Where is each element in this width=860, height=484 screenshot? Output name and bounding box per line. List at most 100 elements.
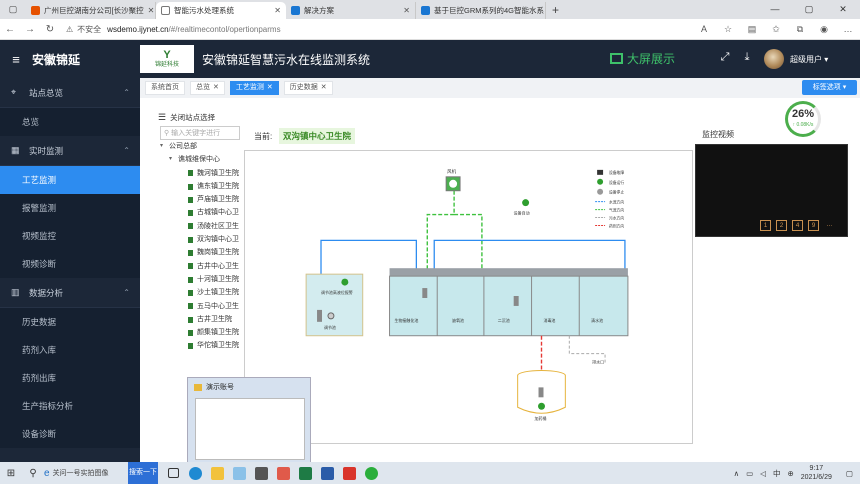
back-icon[interactable]: ← xyxy=(0,24,20,35)
favorites-bar-icon[interactable]: ✩ xyxy=(764,24,788,35)
tree-root[interactable]: ▾ 公司总部 xyxy=(158,140,248,153)
layout-4-button[interactable]: 4 xyxy=(792,220,803,231)
tree-station-item[interactable]: 双沟镇中心卫 xyxy=(158,233,248,246)
ime-lang[interactable]: 中 xyxy=(773,468,781,479)
minimize-icon[interactable]: — xyxy=(758,0,792,19)
tree-station-item[interactable]: 魏河镇卫生院 xyxy=(158,167,248,180)
wechat-icon[interactable] xyxy=(360,462,382,484)
collections-icon[interactable]: ▤ xyxy=(740,24,764,35)
ime-mode-icon[interactable]: ⊕ xyxy=(787,469,793,478)
close-icon[interactable]: ✕ xyxy=(321,82,327,94)
close-window-icon[interactable]: ✕ xyxy=(826,0,860,19)
tab-options-button[interactable]: 标签选项 ▾ xyxy=(802,80,857,95)
close-icon[interactable]: ✕ xyxy=(270,6,281,15)
station-search-input[interactable]: ⚲ 输入关键字进行 xyxy=(160,126,240,140)
video-player[interactable]: 1 2 4 9 ... xyxy=(695,144,848,237)
sidebar-item-device-diagnosis[interactable]: 设备诊断 xyxy=(0,420,140,448)
close-station-select[interactable]: ☰ 关闭站点选择 xyxy=(158,112,248,123)
sidebar-item-history[interactable]: 历史数据 xyxy=(0,308,140,336)
close-icon[interactable]: ✕ xyxy=(399,6,410,15)
big-screen-button[interactable]: 大屏展示 xyxy=(610,50,675,67)
notification-icon[interactable]: ▢ xyxy=(846,469,853,478)
new-tab-button[interactable]: + xyxy=(546,2,565,19)
collections-page-icon[interactable]: ⧉ xyxy=(788,24,812,35)
tree-station-item[interactable]: 沙土镇卫生院 xyxy=(158,286,248,299)
sidebar-item-alarm-monitor[interactable]: 报警监测 xyxy=(0,194,140,222)
legend-label: 气流方向 xyxy=(609,208,624,213)
clock[interactable]: 9:17 2021/6/29 xyxy=(801,464,832,482)
close-icon[interactable]: ✕ xyxy=(267,82,273,94)
forward-icon[interactable]: → xyxy=(20,24,40,35)
tree-station-item[interactable]: 古井卫生院 xyxy=(158,313,248,326)
layout-1-button[interactable]: 1 xyxy=(760,220,771,231)
fullscreen-icon[interactable]: ⤢ xyxy=(714,51,736,64)
sidebar-item-video-diagnosis[interactable]: 视频诊断 xyxy=(0,250,140,278)
download-icon[interactable]: ⤓ xyxy=(736,51,758,64)
sidebar-item-process-monitor[interactable]: 工艺监测 xyxy=(0,166,140,194)
file-explorer-icon[interactable] xyxy=(206,462,228,484)
excel-icon[interactable] xyxy=(294,462,316,484)
close-icon[interactable]: ✕ xyxy=(213,82,219,94)
tab-process-monitor[interactable]: 工艺监测 ✕ xyxy=(229,81,279,95)
hamburger-menu-icon[interactable]: ≡ xyxy=(0,52,32,67)
reload-icon[interactable]: ↻ xyxy=(40,24,60,35)
tab-overview[interactable]: 总览 ✕ xyxy=(190,81,225,95)
layout-9-button[interactable]: 9 xyxy=(808,220,819,231)
tree-station-item[interactable]: 谯东镇卫生院 xyxy=(158,180,248,193)
paint-icon[interactable] xyxy=(228,462,250,484)
sidebar-item-production-analysis[interactable]: 生产指标分析 xyxy=(0,392,140,420)
browser-tab-1[interactable]: 广州巨控湖南分公司[长沙聚控 ✕ xyxy=(26,2,156,19)
taskbar-search[interactable]: e 关问一号实拍图像 xyxy=(44,468,128,479)
close-icon[interactable]: ✕ xyxy=(144,6,155,15)
tray-arrow-icon[interactable]: ∧ xyxy=(734,469,740,478)
user-menu[interactable]: 超级用户 ▾ xyxy=(790,54,828,65)
tree-station-item[interactable]: 五马中心卫生 xyxy=(158,300,248,313)
taskbar-thumbnail[interactable]: 演示账号 xyxy=(187,377,311,463)
sidebar-item-overview[interactable]: 总览 xyxy=(0,108,140,136)
tree-station-item[interactable]: 古城镇中心卫 xyxy=(158,206,248,219)
edge-browser-icon[interactable] xyxy=(184,462,206,484)
legend: 设备故障 设备运行 设备停止 水流方向 气流方向 污水方向 药剂方向 xyxy=(595,170,624,228)
volume-icon[interactable]: ◁ xyxy=(760,469,766,478)
profile-icon[interactable]: ◉ xyxy=(812,24,836,35)
tank-label: 二沉池 xyxy=(498,318,510,323)
read-aloud-icon[interactable]: A xyxy=(692,24,716,35)
tree-station-item[interactable]: 古井中心卫生 xyxy=(158,260,248,273)
calculator-icon[interactable] xyxy=(250,462,272,484)
search-icon[interactable]: ⚲ xyxy=(22,468,44,479)
tree-station-item[interactable]: 魏岗镇卫生院 xyxy=(158,246,248,259)
more-icon[interactable]: ... xyxy=(824,220,835,231)
browser-tab-4[interactable]: 基于巨控GRM系列的4G智能水系✕ xyxy=(416,2,546,19)
app-icon[interactable] xyxy=(272,462,294,484)
sidebar-section-overview[interactable]: ⌖ 站点总览 ⌃ xyxy=(0,78,140,108)
sidebar-item-video-monitor[interactable]: 视频监控 xyxy=(0,222,140,250)
sidebar-item-reagent-out[interactable]: 药剂出库 xyxy=(0,364,140,392)
tree-group[interactable]: ▾ 谯城维保中心 xyxy=(158,153,248,166)
favorite-icon[interactable]: ☆ xyxy=(716,24,740,35)
tree-station-item[interactable]: 华佗镇卫生院 xyxy=(158,339,248,352)
windows-start-icon[interactable]: ⊞ xyxy=(0,468,22,479)
search-go-button[interactable]: 搜索一下 xyxy=(128,462,158,484)
more-icon[interactable]: … xyxy=(836,24,860,35)
layout-2-button[interactable]: 2 xyxy=(776,220,787,231)
tree-station-item[interactable]: 芦庙镇卫生院 xyxy=(158,193,248,206)
avatar[interactable] xyxy=(764,49,784,69)
word-icon[interactable] xyxy=(316,462,338,484)
sidebar-section-analysis[interactable]: ▥ 数据分析 ⌃ xyxy=(0,278,140,308)
browser-tab-3[interactable]: 解决方案 ✕ xyxy=(286,2,416,19)
maximize-icon[interactable]: ▢ xyxy=(792,0,826,19)
sidebar-section-realtime[interactable]: ▦ 实时监测 ⌃ xyxy=(0,136,140,166)
network-icon[interactable]: ▭ xyxy=(746,469,753,478)
acrobat-icon[interactable] xyxy=(338,462,360,484)
tree-station-item[interactable]: 汤陵社区卫生 xyxy=(158,220,248,233)
sidebar-item-reagent-in[interactable]: 药剂入库 xyxy=(0,336,140,364)
tree-station-item[interactable]: 颜集镇卫生院 xyxy=(158,326,248,339)
window-menu-icon[interactable]: ▢ xyxy=(0,0,26,19)
taskview-icon[interactable] xyxy=(162,462,184,484)
url-field[interactable]: ⚠ 不安全 wsdemo.ijynet.cn /#/realtimecontol… xyxy=(66,21,626,37)
tree-station-item[interactable]: 十河镇卫生院 xyxy=(158,273,248,286)
tab-home[interactable]: 系统首页 xyxy=(145,81,185,95)
browser-tab-2[interactable]: 智能污水处理系统 ✕ xyxy=(156,2,286,19)
logo-letter: Y xyxy=(163,48,171,61)
tab-history[interactable]: 历史数据 ✕ xyxy=(283,81,333,95)
